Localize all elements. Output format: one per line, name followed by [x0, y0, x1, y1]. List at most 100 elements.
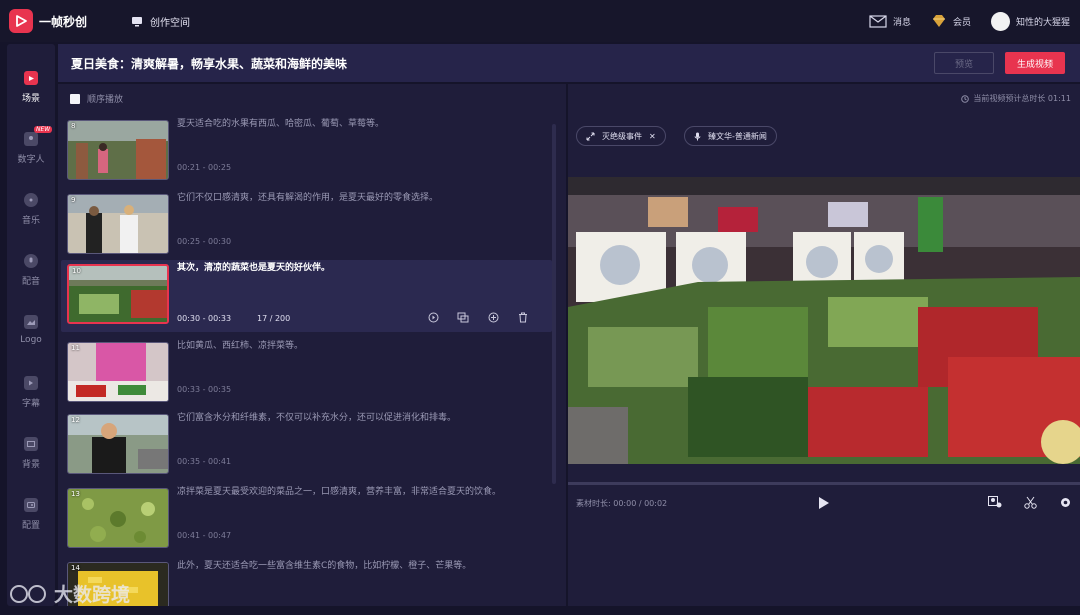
video-progress-bar[interactable] — [568, 482, 1080, 485]
diamond-icon — [932, 15, 945, 27]
scene-item-active[interactable]: 10 其次，清凉的蔬菜也是夏天的好伙伴。 00:30 - 00:33 17 / … — [61, 260, 552, 332]
subtitle-icon — [24, 376, 38, 390]
effect-chip-label: 灭绝级事件 — [602, 131, 642, 141]
watermark-logo-icon — [10, 584, 46, 603]
scene-time: 00:30 - 00:33 — [177, 314, 232, 323]
nav-item-subtitle[interactable]: 字幕 — [7, 376, 55, 409]
username: 知性的大猩猩 — [1015, 17, 1070, 28]
new-badge: NEW — [34, 126, 53, 133]
estimated-duration: 当前视频预计总时长 01:11 — [961, 93, 1071, 104]
scene-script[interactable]: 凉拌菜是夏天最受欢迎的菜品之一，口感清爽，营养丰富，非常适合夏天的饮食。 — [177, 486, 537, 499]
digital-human-toggle-icon[interactable] — [988, 496, 1002, 512]
avatar — [990, 11, 1010, 31]
nav-item-music[interactable]: 音乐 — [7, 193, 55, 226]
watermark: 大数跨境 — [8, 580, 130, 607]
scene-number: 12 — [71, 416, 80, 424]
scene-time: 00:33 - 00:35 — [177, 385, 232, 394]
scene-item[interactable]: 11 比如黄瓜、西红柿、凉拌菜等。 00:33 - 00:35 — [61, 338, 552, 410]
sequential-checkbox[interactable] — [70, 93, 80, 104]
scene-thumbnail[interactable]: 13 — [67, 488, 169, 548]
app-logo[interactable] — [9, 9, 33, 33]
scene-time: 00:25 - 00:30 — [177, 237, 232, 246]
scene-panel: 顺序播放 8 夏天适合吃的水果有西瓜、哈密瓜、葡萄、草莓等。 00:21 - 0… — [58, 84, 566, 606]
char-count: 17 / 200 — [257, 314, 291, 323]
scene-item[interactable]: 9 它们不仅口感清爽，还具有解渴的作用，是夏天最好的零食选择。 00:25 - … — [61, 190, 552, 262]
nav-label: 字幕 — [21, 399, 40, 409]
left-sidebar: 场景 NEW 数字人 音乐 配音 Logo 字幕 背景 配置 — [7, 44, 55, 606]
nav-item-digital-human[interactable]: NEW 数字人 — [7, 126, 55, 165]
effect-chip[interactable]: 灭绝级事件 ✕ — [576, 126, 666, 146]
scene-script[interactable]: 它们不仅口感清爽，还具有解渴的作用，是夏天最好的零食选择。 — [177, 192, 537, 205]
close-icon[interactable]: ✕ — [649, 132, 656, 141]
create-space-link[interactable]: 创作空间 — [131, 14, 190, 29]
play-button[interactable] — [818, 496, 830, 513]
clock-icon — [961, 94, 970, 103]
scene-item[interactable]: 12 它们富含水分和纤维素，不仅可以补充水分，还可以促进消化和排毒。 00:35… — [61, 410, 552, 482]
top-bar: 一帧秒创 创作空间 消息 会员 知性的大猩猩 — [0, 0, 1080, 42]
add-scene-icon[interactable] — [487, 311, 499, 323]
nav-item-config[interactable]: 配置 — [7, 498, 55, 531]
scene-script[interactable]: 其次，清凉的蔬菜也是夏天的好伙伴。 — [177, 262, 537, 275]
sequential-play-toggle[interactable]: 顺序播放 — [70, 92, 123, 105]
scene-item[interactable]: 13 凉拌菜是夏天最受欢迎的菜品之一，口感清爽，营养丰富，非常适合夏天的饮食。 … — [61, 484, 552, 556]
scene-time: 00:35 - 00:41 — [177, 457, 232, 466]
nav-label: 配音 — [21, 277, 40, 287]
logo-icon — [24, 315, 38, 329]
scene-thumbnail[interactable]: 11 — [67, 342, 169, 402]
scene-number: 8 — [71, 122, 76, 130]
preview-panel: 当前视频预计总时长 01:11 灭绝级事件 ✕ 臻文华-普通新闻 素材时长: 0… — [568, 84, 1080, 606]
scene-number: 9 — [71, 196, 76, 204]
settings-icon[interactable] — [1059, 496, 1072, 512]
scene-script[interactable]: 比如黄瓜、西红柿、凉拌菜等。 — [177, 340, 537, 353]
scene-number: 10 — [72, 267, 81, 275]
scene-thumbnail[interactable]: 9 — [67, 194, 169, 254]
messages-button[interactable]: 消息 — [869, 14, 911, 28]
voice-chip-label: 臻文华-普通新闻 — [708, 131, 767, 141]
scene-number: 11 — [71, 344, 80, 352]
watermark-text: 大数跨境 — [54, 584, 131, 606]
page-title: 夏日美食：清爽解暑，畅享水果、蔬菜和海鲜的美味 — [71, 56, 348, 71]
create-space-label: 创作空间 — [150, 17, 191, 29]
nav-item-scene[interactable]: 场景 — [7, 71, 55, 104]
nav-item-dubbing[interactable]: 配音 — [7, 254, 55, 287]
nav-label: 配置 — [21, 521, 40, 531]
video-preview[interactable] — [568, 177, 1080, 464]
scene-time: 00:21 - 00:25 — [177, 163, 232, 172]
scene-thumbnail[interactable]: 8 — [67, 120, 169, 180]
delete-scene-icon[interactable] — [517, 311, 529, 323]
play-logo-icon — [16, 15, 27, 27]
scene-number: 14 — [71, 564, 80, 572]
sequential-label: 顺序播放 — [87, 95, 124, 105]
scene-script[interactable]: 夏天适合吃的水果有西瓜、哈密瓜、葡萄、草莓等。 — [177, 118, 537, 131]
nav-item-logo[interactable]: Logo — [7, 315, 55, 345]
member-button[interactable]: 会员 — [931, 14, 971, 28]
user-menu[interactable]: 知性的大猩猩 — [990, 11, 1070, 31]
app-name: 一帧秒创 — [39, 14, 88, 29]
scene-item[interactable]: 14 此外，夏天还适合吃一些富含维生素C的食物，比如柠檬、橙子、芒果等。 — [61, 558, 552, 606]
nav-label: 场景 — [21, 94, 40, 104]
scene-thumbnail[interactable]: 12 — [67, 414, 169, 474]
nav-label: 数字人 — [17, 155, 45, 165]
voice-chip[interactable]: 臻文华-普通新闻 — [684, 126, 777, 146]
monitor-icon — [132, 16, 143, 26]
duration-text: 当前视频预计总时长 01:11 — [973, 94, 1071, 103]
scene-item[interactable]: 8 夏天适合吃的水果有西瓜、哈密瓜、葡萄、草莓等。 00:21 - 00:25 — [61, 116, 552, 188]
preview-scene-icon[interactable] — [427, 311, 439, 323]
nav-label: 背景 — [21, 460, 40, 470]
nav-item-background[interactable]: 背景 — [7, 437, 55, 470]
nav-label: 音乐 — [21, 216, 40, 226]
replace-media-icon[interactable] — [457, 311, 469, 323]
messages-label: 消息 — [892, 17, 911, 28]
scene-thumbnail[interactable]: 10 — [67, 264, 169, 324]
scene-script[interactable]: 它们富含水分和纤维素，不仅可以补充水分，还可以促进消化和排毒。 — [177, 412, 537, 425]
preview-button[interactable]: 预览 — [934, 52, 994, 74]
generate-video-button[interactable]: 生成视频 — [1005, 52, 1065, 74]
scene-list-scrollbar[interactable] — [552, 124, 556, 484]
dubbing-icon — [24, 254, 38, 268]
video-controls: 素材时长: 00:00 / 00:02 — [568, 486, 1080, 520]
scene-script[interactable]: 此外，夏天还适合吃一些富含维生素C的食物，比如柠檬、橙子、芒果等。 — [177, 560, 537, 573]
mail-icon — [869, 14, 887, 28]
digital-human-icon — [24, 132, 38, 146]
scissors-icon[interactable] — [1024, 496, 1037, 512]
music-icon — [24, 193, 38, 207]
